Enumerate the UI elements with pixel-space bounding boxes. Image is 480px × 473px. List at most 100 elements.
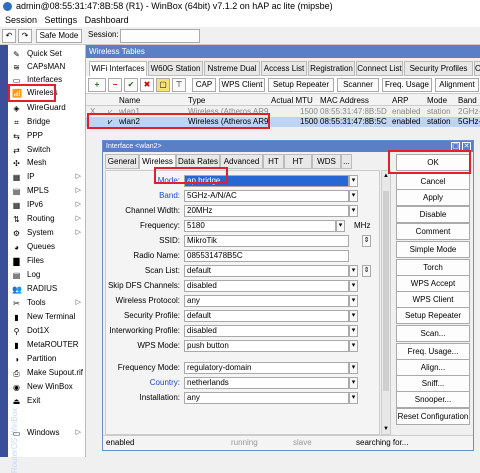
col-mtu[interactable]: Actual MTU xyxy=(271,95,313,106)
radio-name-field[interactable]: 085531478B5C xyxy=(184,250,349,262)
col-mode[interactable]: Mode xyxy=(427,95,447,106)
band-field[interactable]: 5GHz-A/N/AC xyxy=(184,190,349,202)
sidebar-item-new-terminal[interactable]: ▮ New Terminal xyxy=(9,311,85,323)
sidebar-item-mesh[interactable]: ✣ Mesh xyxy=(9,157,85,169)
setup-repeater-button[interactable]: Setup Repeater xyxy=(396,307,470,324)
menu-session[interactable]: Session xyxy=(5,15,37,25)
alignment-button[interactable]: Alignment xyxy=(435,78,479,92)
sidebar-item-partition[interactable]: ◑ Partition xyxy=(9,353,85,365)
dialog-tab-ht-mcs[interactable]: HT MCS xyxy=(284,154,312,180)
sidebar-item-radius[interactable]: 👥 RADIUS xyxy=(9,283,85,295)
sidebar-item-quick-set[interactable]: ✎ Quick Set xyxy=(9,48,85,60)
tab-w60g-station[interactable]: W60G Station xyxy=(148,61,203,76)
sidebar-item-capsman[interactable]: ≋ CAPsMAN xyxy=(9,61,85,73)
scan-list-field[interactable]: default xyxy=(184,265,349,277)
sidebar-item-dot1x[interactable]: ⚲ Dot1X xyxy=(9,325,85,337)
sidebar-item-ip[interactable]: ▦ IP ▷ xyxy=(9,171,85,183)
col-name[interactable]: Name xyxy=(119,95,140,106)
chevron-down-icon[interactable]: ▾ xyxy=(349,175,358,187)
col-band[interactable]: Band xyxy=(458,95,477,106)
safe-mode-button[interactable]: Safe Mode xyxy=(36,29,82,43)
chevron-down-icon[interactable]: ▾ xyxy=(349,310,358,322)
tab-connect-list[interactable]: Connect List xyxy=(356,61,403,76)
tab-wifi-interfaces[interactable]: WiFi Interfaces xyxy=(89,61,147,76)
chevron-down-icon[interactable]: ▾ xyxy=(349,265,358,277)
interworking-profile-field[interactable]: disabled xyxy=(184,325,349,337)
freq-usage-button[interactable]: Freq. Usage... xyxy=(396,343,470,360)
torch-button[interactable]: Torch xyxy=(396,259,470,276)
cancel-button[interactable]: Cancel xyxy=(396,173,470,190)
security-profile-field[interactable]: default xyxy=(184,310,349,322)
sidebar-item-queues[interactable]: ◕ Queues xyxy=(9,241,85,253)
undo-button[interactable]: ↶ xyxy=(2,29,16,43)
chevron-down-icon[interactable]: ▾ xyxy=(349,392,358,404)
sidebar-item-wireguard[interactable]: ◈ WireGuard xyxy=(9,102,85,114)
sidebar-item-metarouter[interactable]: ▮ MetaROUTER xyxy=(9,339,85,351)
col-arp[interactable]: ARP xyxy=(392,95,408,106)
chevron-down-icon[interactable]: ▾ xyxy=(349,205,358,217)
sidebar-item-mpls[interactable]: ▤ MPLS ▷ xyxy=(9,185,85,197)
comment-button[interactable]: Comment xyxy=(396,223,470,240)
simple-mode-button[interactable]: Simple Mode xyxy=(396,241,470,258)
remove-button[interactable]: − xyxy=(108,78,122,92)
frequency-field[interactable]: 5180 xyxy=(184,220,336,232)
menu-dashboard[interactable]: Dashboard xyxy=(85,15,129,25)
wps-client-button[interactable]: WPS Client xyxy=(219,78,265,92)
comment-button[interactable]: ▢ xyxy=(156,78,170,92)
add-button[interactable]: + xyxy=(88,78,106,92)
enable-button[interactable]: ✔ xyxy=(124,78,138,92)
chevron-down-icon[interactable]: ▾ xyxy=(349,280,358,292)
disable-button[interactable]: Disable xyxy=(396,206,470,223)
tab-security-profiles[interactable]: Security Profiles xyxy=(404,61,473,76)
dialog-tab-general[interactable]: General xyxy=(105,154,139,169)
dialog-tab-wds[interactable]: WDS xyxy=(312,154,341,169)
align-button[interactable]: Align... xyxy=(396,359,470,376)
sidebar-item-new-winbox[interactable]: ◉ New WinBox xyxy=(9,381,85,393)
channel-width-field[interactable]: 20MHz xyxy=(184,205,349,217)
sidebar-item-log[interactable]: ▤ Log xyxy=(9,269,85,281)
wps-accept-button[interactable]: WPS Accept xyxy=(396,275,470,292)
chevron-down-icon[interactable]: ▾ xyxy=(349,362,358,374)
chevron-down-icon[interactable]: ▾ xyxy=(349,340,358,352)
sidebar-item-tools[interactable]: ✂ Tools ▷ xyxy=(9,297,85,309)
tab-nstreme-dual[interactable]: Nstreme Dual xyxy=(204,61,260,76)
sidebar-item-system[interactable]: ⚙ System ▷ xyxy=(9,227,85,239)
wireless-protocol-field[interactable]: any xyxy=(184,295,349,307)
sidebar-item-exit[interactable]: ⏏ Exit xyxy=(9,395,85,407)
tab-access-list[interactable]: Access List xyxy=(261,61,307,76)
disable-button[interactable]: ✖ xyxy=(140,78,154,92)
cap-button[interactable]: CAP xyxy=(192,78,216,92)
updown-icon[interactable]: ⇕ xyxy=(362,235,371,247)
sidebar-item-routing[interactable]: ⇅ Routing ▷ xyxy=(9,213,85,225)
sidebar-item-make-supout-rif[interactable]: ⎙ Make Supout.rif xyxy=(9,367,85,379)
tab-registration[interactable]: Registration xyxy=(308,61,355,76)
sniff-button[interactable]: Sniff... xyxy=(396,375,470,392)
sidebar-item-windows[interactable]: ▭ Windows ▷ xyxy=(9,427,85,439)
chevron-down-icon[interactable]: ▾ xyxy=(349,295,358,307)
scanner-button[interactable]: Scanner xyxy=(337,78,379,92)
freq-usage-button[interactable]: Freq. Usage xyxy=(382,78,432,92)
ssid-field[interactable]: MikroTik xyxy=(184,235,349,247)
sidebar-item-ipv6[interactable]: ▦ IPv6 ▷ xyxy=(9,199,85,211)
col-type[interactable]: Type xyxy=(188,95,205,106)
installation-field[interactable]: any xyxy=(184,392,349,404)
tab-channe[interactable]: Channe xyxy=(474,61,480,76)
sidebar-item-files[interactable]: ▇ Files xyxy=(9,255,85,267)
menu-settings[interactable]: Settings xyxy=(45,15,78,25)
redo-button[interactable]: ↷ xyxy=(18,29,32,43)
frequency-mode-field[interactable]: regulatory-domain xyxy=(184,362,349,374)
session-field[interactable] xyxy=(120,29,200,43)
wps-client-button[interactable]: WPS Client xyxy=(396,291,470,308)
sidebar-item-ppp[interactable]: ⇆ PPP xyxy=(9,130,85,142)
snooper-button[interactable]: Snooper... xyxy=(396,391,470,408)
form-scrollbar[interactable]: ▲ ▼ xyxy=(381,170,391,435)
sidebar-item-bridge[interactable]: ⌗ Bridge xyxy=(9,116,85,128)
chevron-down-icon[interactable]: ▾ xyxy=(349,190,358,202)
updown-icon[interactable]: ⇕ xyxy=(362,265,371,277)
country-field[interactable]: netherlands xyxy=(184,377,349,389)
sidebar-item-switch[interactable]: ⇄ Switch xyxy=(9,144,85,156)
skip-dfs-channels-field[interactable]: disabled xyxy=(184,280,349,292)
scan-button[interactable]: Scan... xyxy=(396,325,470,342)
wps-mode-field[interactable]: push button xyxy=(184,340,349,352)
chevron-down-icon[interactable]: ▾ xyxy=(349,377,358,389)
